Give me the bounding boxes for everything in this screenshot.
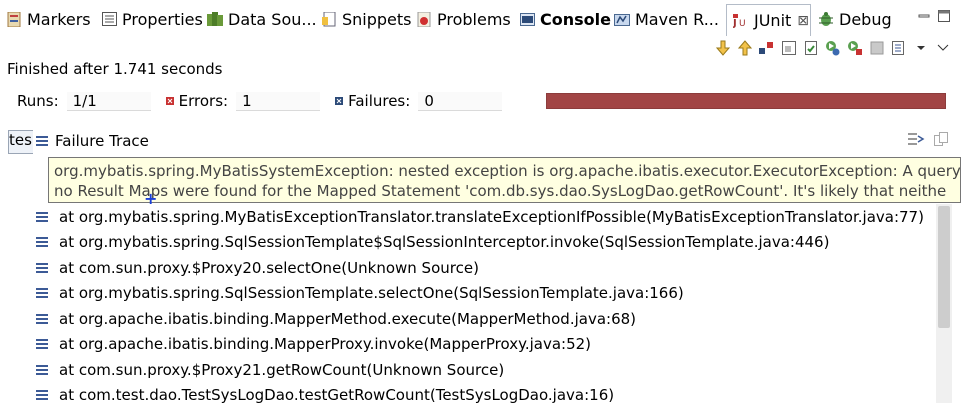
stack-frame-icon [36, 263, 50, 273]
stack-frame-row[interactable]: at com.sun.proxy.$Proxy21.getRowCount(Un… [36, 357, 936, 383]
failure-trace-title: Failure Trace [55, 132, 149, 150]
next-failure-icon[interactable] [715, 40, 731, 56]
errors-label: Errors: [179, 92, 228, 110]
previous-failure-icon[interactable] [737, 40, 753, 56]
filter-stack-trace-icon[interactable] [907, 131, 925, 151]
stack-frame-text: at org.mybatis.spring.SqlSessionTemplate… [59, 284, 684, 302]
runs-value: 1/1 [67, 92, 151, 111]
failures-label: Failures: [348, 92, 410, 110]
junit-icon: JU [733, 13, 749, 29]
tooltip-line: no Result Maps were found for the Mapped… [54, 181, 960, 201]
rerun-test-icon[interactable] [825, 40, 841, 56]
stop-icon[interactable] [869, 40, 885, 56]
view-tab-bar: Markers Properties Data Sou... Snippets … [0, 0, 961, 36]
snippets-icon [321, 11, 337, 27]
stack-frame-text: at com.sun.proxy.$Proxy21.getRowCount(Un… [59, 361, 504, 379]
markers-icon [6, 11, 22, 27]
stack-frame-icon [36, 390, 50, 400]
history-icon[interactable] [803, 40, 819, 56]
svg-text:J: J [733, 18, 737, 29]
tab-data-source[interactable]: Data Sou... [207, 6, 317, 32]
stack-frame-row[interactable]: at org.mybatis.spring.MyBatisExceptionTr… [36, 204, 936, 230]
tab-console[interactable]: Console [519, 6, 611, 32]
tab-markers[interactable]: Markers [6, 6, 91, 32]
run-status-text: Finished after 1.741 seconds [7, 60, 223, 78]
stack-frame-icon [36, 339, 50, 349]
tab-label: Properties [122, 10, 203, 29]
tab-snippets[interactable]: Snippets [321, 6, 412, 32]
tab-maven[interactable]: Maven R... [614, 6, 719, 32]
tab-properties[interactable]: Properties [101, 6, 203, 32]
stack-frame-text: at com.test.dao.TestSysLogDao.testGetRow… [59, 386, 614, 404]
errors-value: 1 [236, 92, 320, 111]
stack-frame-row[interactable]: at org.mybatis.spring.SqlSessionTemplate… [36, 281, 936, 307]
console-icon [519, 11, 535, 27]
view-window-controls [917, 8, 951, 27]
stack-frame-icon [36, 237, 50, 247]
stack-frame-text: at com.sun.proxy.$Proxy20.selectOne(Unkn… [59, 259, 479, 277]
vertical-scrollbar[interactable] [936, 204, 952, 403]
stack-frame-row[interactable]: at org.apache.ibatis.binding.MapperMetho… [36, 306, 936, 332]
tab-debug[interactable]: Debug [818, 6, 892, 32]
stack-frame-text: at org.apache.ibatis.binding.MapperMetho… [59, 310, 636, 328]
scrollbar-thumb[interactable] [938, 206, 950, 328]
stack-trace-icon [36, 132, 48, 150]
stack-frame-icon [36, 314, 50, 324]
svg-text:U: U [739, 19, 746, 29]
tab-label: Problems [437, 10, 511, 29]
scroll-lock-icon[interactable] [781, 40, 797, 56]
failures-value: 0 [418, 92, 502, 111]
tab-label: Snippets [342, 10, 412, 29]
failure-trace-toolbar [907, 131, 949, 151]
compare-result-icon[interactable] [933, 131, 949, 151]
close-icon[interactable]: ⊠ [797, 13, 809, 29]
tab-problems[interactable]: Problems [416, 6, 511, 32]
stack-frame-text: at org.mybatis.spring.SqlSessionTemplate… [59, 233, 829, 251]
tab-label: JUnit [754, 11, 791, 30]
tab-label: Console [540, 10, 611, 29]
stack-frame-icon [36, 365, 50, 375]
stack-frame-text: at org.apache.ibatis.binding.MapperProxy… [59, 335, 591, 353]
stack-frame-row[interactable]: at com.sun.proxy.$Proxy20.selectOne(Unkn… [36, 255, 936, 281]
exception-tooltip: org.mybatis.spring.MyBatisSystemExceptio… [48, 157, 961, 203]
problems-icon [416, 11, 432, 27]
stack-trace-list: at org.mybatis.spring.MyBatisExceptionTr… [36, 204, 936, 408]
runs-label: Runs: [17, 92, 59, 110]
debug-icon [818, 11, 834, 27]
test-run-history-icon[interactable] [891, 40, 907, 56]
tooltip-line: org.mybatis.spring.MyBatisSystemExceptio… [54, 161, 960, 181]
maven-icon [614, 11, 630, 27]
tab-label: Data Sou... [228, 10, 317, 29]
failure-trace-header: Failure Trace [36, 130, 149, 152]
tab-label: Debug [839, 10, 892, 29]
tab-junit[interactable]: JU JUnit ⊠ [726, 4, 811, 36]
minimize-icon[interactable] [917, 8, 931, 27]
stack-frame-row[interactable]: at org.apache.ibatis.binding.MapperProxy… [36, 332, 936, 358]
failure-icon [334, 92, 344, 110]
view-menu-icon[interactable] [935, 40, 951, 56]
test-counters: Runs: 1/1 Errors: 1 Failures: 0 [7, 90, 502, 112]
stack-frame-icon [36, 288, 50, 298]
error-icon [165, 92, 175, 110]
tab-label: Markers [27, 10, 91, 29]
stack-frame-row[interactable]: at org.mybatis.spring.SqlSessionTemplate… [36, 230, 936, 256]
junit-toolbar [715, 38, 951, 58]
properties-icon [101, 11, 117, 27]
stack-frame-text: at org.mybatis.spring.MyBatisExceptionTr… [59, 208, 924, 226]
tab-label: Maven R... [635, 10, 719, 29]
stack-frame-row[interactable]: at com.test.dao.TestSysLogDao.testGetRow… [36, 383, 936, 408]
data-source-icon [207, 11, 223, 27]
test-progress-bar [546, 93, 946, 109]
show-failures-only-icon[interactable] [759, 40, 775, 56]
chevron-down-icon[interactable] [913, 40, 929, 56]
maximize-icon[interactable] [937, 8, 951, 27]
rerun-failed-first-icon[interactable] [847, 40, 863, 56]
stack-frame-icon [36, 212, 50, 222]
test-tree-tab[interactable]: tes [8, 130, 33, 154]
